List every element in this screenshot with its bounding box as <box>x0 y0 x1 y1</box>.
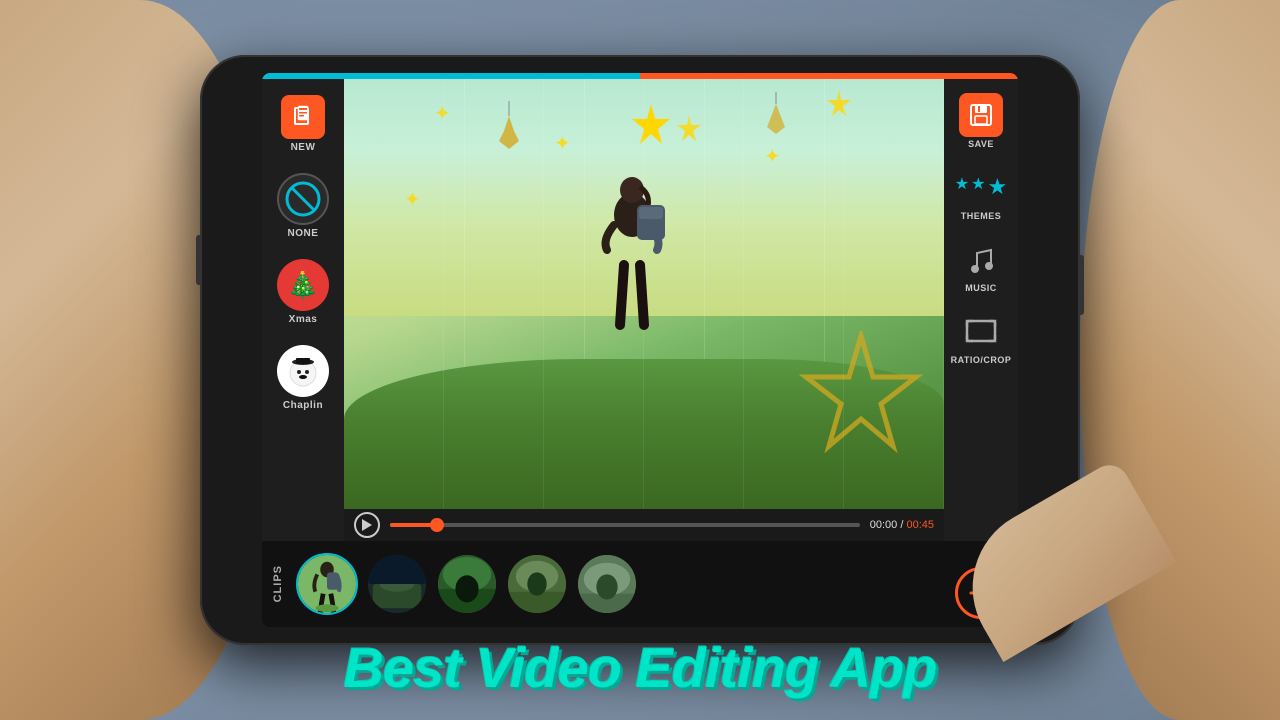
ratio-label: RATIO/CROP <box>951 355 1012 365</box>
clips-bar: CLIPS <box>262 541 944 627</box>
chaplin-icon <box>277 345 329 397</box>
clip-1-thumbnail <box>298 555 356 613</box>
phone-screen: NEW NONE 🎄 Xmas <box>262 73 1018 627</box>
clip-thumb-3[interactable] <box>436 553 498 615</box>
time-display: 00:00 / 00:45 <box>870 519 934 531</box>
clips-label: CLIPS <box>272 565 284 602</box>
clip-thumb-5[interactable] <box>576 553 638 615</box>
clip-thumb-2[interactable] <box>366 553 428 615</box>
clip-thumb-1[interactable] <box>296 553 358 615</box>
right-sidebar: SAVE ★ ★ ★ THEMES <box>944 79 1018 547</box>
tagline: Best Video Editing App <box>0 635 1280 700</box>
xmas-button[interactable]: 🎄 Xmas <box>271 253 335 331</box>
top-color-bar <box>262 73 1018 79</box>
save-label: SAVE <box>968 139 994 149</box>
hand-right <box>1080 0 1280 720</box>
save-button[interactable]: SAVE <box>955 87 1007 155</box>
themes-icon: ★ ★ ★ <box>959 165 1003 209</box>
video-preview: ✦ ✦ ✦ ✦ <box>344 79 944 509</box>
none-label: NONE <box>288 228 319 239</box>
time-current: 00:00 <box>870 519 898 531</box>
new-icon <box>281 95 325 139</box>
chaplin-label: Chaplin <box>283 400 323 411</box>
xmas-icon: 🎄 <box>277 259 329 311</box>
phone-volume-button <box>196 235 202 285</box>
chaplin-button[interactable]: Chaplin <box>271 339 335 417</box>
play-button[interactable] <box>354 512 380 538</box>
phone-body: NEW NONE 🎄 Xmas <box>200 55 1080 645</box>
new-label: NEW <box>291 142 316 153</box>
phone-power-button <box>1078 255 1084 315</box>
save-icon <box>959 93 1003 137</box>
none-icon <box>277 173 329 225</box>
xmas-label: Xmas <box>289 314 318 325</box>
clip-thumb-4[interactable] <box>506 553 568 615</box>
clip-5-thumbnail <box>578 555 636 613</box>
music-button[interactable]: MUSIC <box>955 231 1007 299</box>
music-label: MUSIC <box>965 283 997 293</box>
themes-button[interactable]: ★ ★ ★ THEMES <box>955 159 1007 227</box>
music-icon <box>959 237 1003 281</box>
none-button[interactable]: NONE <box>271 167 335 245</box>
clip-2-thumbnail <box>368 555 426 613</box>
progress-track[interactable] <box>390 523 860 527</box>
ratio-crop-button[interactable]: RATIO/CROP <box>947 303 1016 371</box>
figure-silhouette <box>572 175 692 380</box>
progress-thumb <box>430 518 444 532</box>
new-button[interactable]: NEW <box>275 89 331 159</box>
ratio-icon <box>959 309 1003 353</box>
clip-3-thumbnail <box>438 555 496 613</box>
time-total: 00:45 <box>906 519 934 531</box>
video-background: ✦ ✦ ✦ ✦ <box>344 79 944 509</box>
playback-bar: 00:00 / 00:45 <box>344 509 944 541</box>
clip-4-thumbnail <box>508 555 566 613</box>
themes-label: THEMES <box>961 211 1002 221</box>
